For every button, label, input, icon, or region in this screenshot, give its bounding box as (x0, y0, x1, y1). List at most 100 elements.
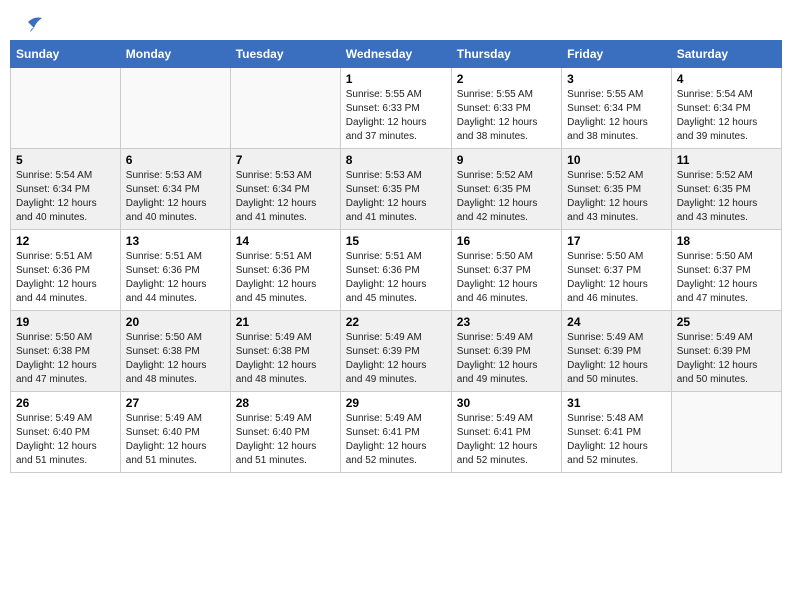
calendar-cell: 8 Sunrise: 5:53 AM Sunset: 6:35 PM Daylig… (340, 149, 451, 230)
calendar-cell: 18 Sunrise: 5:50 AM Sunset: 6:37 PM Dayli… (671, 230, 781, 311)
logo-bird-icon (20, 14, 42, 32)
calendar-cell: 25 Sunrise: 5:49 AM Sunset: 6:39 PM Dayli… (671, 311, 781, 392)
calendar-cell: 5 Sunrise: 5:54 AM Sunset: 6:34 PM Daylig… (11, 149, 121, 230)
day-number: 11 (677, 153, 776, 167)
day-info: Sunrise: 5:49 AM Sunset: 6:39 PM Dayligh… (677, 331, 776, 387)
calendar-cell: 16Sunrise: 5:50 AM Sunset: 6:37 PM Dayli… (451, 230, 561, 311)
calendar-week-row: 19Sunrise: 5:50 AM Sunset: 6:38 PM Dayli… (11, 311, 782, 392)
calendar-cell: 12 Sunrise: 5:51 AM Sunset: 6:36 PM Dayli… (11, 230, 121, 311)
day-number: 4 (677, 72, 776, 86)
calendar-cell: 17 Sunrise: 5:50 AM Sunset: 6:37 PM Dayli… (562, 230, 672, 311)
calendar-cell: 9 Sunrise: 5:52 AM Sunset: 6:35 PM Daylig… (451, 149, 561, 230)
day-info: Sunrise: 5:53 AM Sunset: 6:35 PM Dayligh… (346, 169, 446, 225)
day-number: 28 (236, 396, 335, 410)
day-number: 17 (567, 234, 666, 248)
calendar-cell (120, 68, 230, 149)
calendar-cell: 15Sunrise: 5:51 AM Sunset: 6:36 PM Dayli… (340, 230, 451, 311)
day-number: 25 (677, 315, 776, 329)
day-info: Sunrise: 5:53 AM Sunset: 6:34 PM Dayligh… (236, 169, 335, 225)
calendar-cell: 7Sunrise: 5:53 AM Sunset: 6:34 PM Daylig… (230, 149, 340, 230)
page-header (10, 10, 782, 32)
calendar-cell: 10 Sunrise: 5:52 AM Sunset: 6:35 PM Dayli… (562, 149, 672, 230)
day-info: Sunrise: 5:54 AM Sunset: 6:34 PM Dayligh… (677, 88, 776, 144)
calendar-week-row: 12 Sunrise: 5:51 AM Sunset: 6:36 PM Dayli… (11, 230, 782, 311)
calendar-day-header: Monday (120, 41, 230, 68)
calendar-cell: 27Sunrise: 5:49 AM Sunset: 6:40 PM Dayli… (120, 392, 230, 473)
calendar-header-row: SundayMondayTuesdayWednesdayThursdayFrid… (11, 41, 782, 68)
day-info: Sunrise: 5:52 AM Sunset: 6:35 PM Dayligh… (677, 169, 776, 225)
day-info: Sunrise: 5:52 AM Sunset: 6:35 PM Dayligh… (457, 169, 556, 225)
day-info: Sunrise: 5:49 AM Sunset: 6:39 PM Dayligh… (346, 331, 446, 387)
day-info: Sunrise: 5:55 AM Sunset: 6:33 PM Dayligh… (457, 88, 556, 144)
day-number: 21 (236, 315, 335, 329)
day-number: 29 (346, 396, 446, 410)
calendar-cell: 22 Sunrise: 5:49 AM Sunset: 6:39 PM Dayli… (340, 311, 451, 392)
day-number: 22 (346, 315, 446, 329)
calendar-cell: 4 Sunrise: 5:54 AM Sunset: 6:34 PM Daylig… (671, 68, 781, 149)
calendar-week-row: 5 Sunrise: 5:54 AM Sunset: 6:34 PM Daylig… (11, 149, 782, 230)
day-number: 18 (677, 234, 776, 248)
day-number: 8 (346, 153, 446, 167)
day-info: Sunrise: 5:49 AM Sunset: 6:41 PM Dayligh… (457, 412, 556, 468)
day-info: Sunrise: 5:51 AM Sunset: 6:36 PM Dayligh… (126, 250, 225, 306)
day-number: 10 (567, 153, 666, 167)
calendar-cell: 30 Sunrise: 5:49 AM Sunset: 6:41 PM Dayli… (451, 392, 561, 473)
calendar-cell: 23 Sunrise: 5:49 AM Sunset: 6:39 PM Dayli… (451, 311, 561, 392)
day-info: Sunrise: 5:49 AM Sunset: 6:40 PM Dayligh… (16, 412, 115, 468)
day-number: 24 (567, 315, 666, 329)
calendar-cell (11, 68, 121, 149)
day-info: Sunrise: 5:51 AM Sunset: 6:36 PM Dayligh… (236, 250, 335, 306)
calendar-table: SundayMondayTuesdayWednesdayThursdayFrid… (10, 40, 782, 473)
logo (16, 14, 42, 28)
calendar-week-row: 1 Sunrise: 5:55 AM Sunset: 6:33 PM Daylig… (11, 68, 782, 149)
calendar-cell: 29Sunrise: 5:49 AM Sunset: 6:41 PM Dayli… (340, 392, 451, 473)
day-number: 26 (16, 396, 115, 410)
day-number: 31 (567, 396, 666, 410)
calendar-cell: 11 Sunrise: 5:52 AM Sunset: 6:35 PM Dayli… (671, 149, 781, 230)
day-number: 23 (457, 315, 556, 329)
day-info: Sunrise: 5:50 AM Sunset: 6:38 PM Dayligh… (16, 331, 115, 387)
day-info: Sunrise: 5:53 AM Sunset: 6:34 PM Dayligh… (126, 169, 225, 225)
calendar-cell (230, 68, 340, 149)
calendar-day-header: Tuesday (230, 41, 340, 68)
calendar-cell: 24 Sunrise: 5:49 AM Sunset: 6:39 PM Dayli… (562, 311, 672, 392)
day-info: Sunrise: 5:55 AM Sunset: 6:33 PM Dayligh… (346, 88, 446, 144)
day-number: 5 (16, 153, 115, 167)
day-info: Sunrise: 5:48 AM Sunset: 6:41 PM Dayligh… (567, 412, 666, 468)
calendar-day-header: Thursday (451, 41, 561, 68)
day-number: 9 (457, 153, 556, 167)
calendar-cell: 19Sunrise: 5:50 AM Sunset: 6:38 PM Dayli… (11, 311, 121, 392)
calendar-day-header: Friday (562, 41, 672, 68)
day-info: Sunrise: 5:52 AM Sunset: 6:35 PM Dayligh… (567, 169, 666, 225)
calendar-day-header: Wednesday (340, 41, 451, 68)
day-info: Sunrise: 5:49 AM Sunset: 6:39 PM Dayligh… (457, 331, 556, 387)
day-info: Sunrise: 5:50 AM Sunset: 6:37 PM Dayligh… (457, 250, 556, 306)
day-number: 14 (236, 234, 335, 248)
day-number: 30 (457, 396, 556, 410)
day-info: Sunrise: 5:49 AM Sunset: 6:40 PM Dayligh… (126, 412, 225, 468)
calendar-cell: 21 Sunrise: 5:49 AM Sunset: 6:38 PM Dayli… (230, 311, 340, 392)
calendar-cell: 31 Sunrise: 5:48 AM Sunset: 6:41 PM Dayli… (562, 392, 672, 473)
day-info: Sunrise: 5:51 AM Sunset: 6:36 PM Dayligh… (16, 250, 115, 306)
calendar-cell: 28Sunrise: 5:49 AM Sunset: 6:40 PM Dayli… (230, 392, 340, 473)
calendar-cell: 14 Sunrise: 5:51 AM Sunset: 6:36 PM Dayli… (230, 230, 340, 311)
calendar-cell: 6 Sunrise: 5:53 AM Sunset: 6:34 PM Daylig… (120, 149, 230, 230)
day-number: 1 (346, 72, 446, 86)
calendar-cell: 1 Sunrise: 5:55 AM Sunset: 6:33 PM Daylig… (340, 68, 451, 149)
day-number: 20 (126, 315, 225, 329)
day-info: Sunrise: 5:49 AM Sunset: 6:38 PM Dayligh… (236, 331, 335, 387)
day-number: 13 (126, 234, 225, 248)
calendar-cell: 2 Sunrise: 5:55 AM Sunset: 6:33 PM Daylig… (451, 68, 561, 149)
day-info: Sunrise: 5:50 AM Sunset: 6:37 PM Dayligh… (677, 250, 776, 306)
day-info: Sunrise: 5:50 AM Sunset: 6:37 PM Dayligh… (567, 250, 666, 306)
calendar-cell (671, 392, 781, 473)
day-info: Sunrise: 5:55 AM Sunset: 6:34 PM Dayligh… (567, 88, 666, 144)
calendar-week-row: 26 Sunrise: 5:49 AM Sunset: 6:40 PM Dayli… (11, 392, 782, 473)
calendar-day-header: Saturday (671, 41, 781, 68)
day-number: 2 (457, 72, 556, 86)
day-number: 12 (16, 234, 115, 248)
calendar-cell: 20Sunrise: 5:50 AM Sunset: 6:38 PM Dayli… (120, 311, 230, 392)
day-info: Sunrise: 5:54 AM Sunset: 6:34 PM Dayligh… (16, 169, 115, 225)
day-info: Sunrise: 5:49 AM Sunset: 6:39 PM Dayligh… (567, 331, 666, 387)
day-number: 6 (126, 153, 225, 167)
